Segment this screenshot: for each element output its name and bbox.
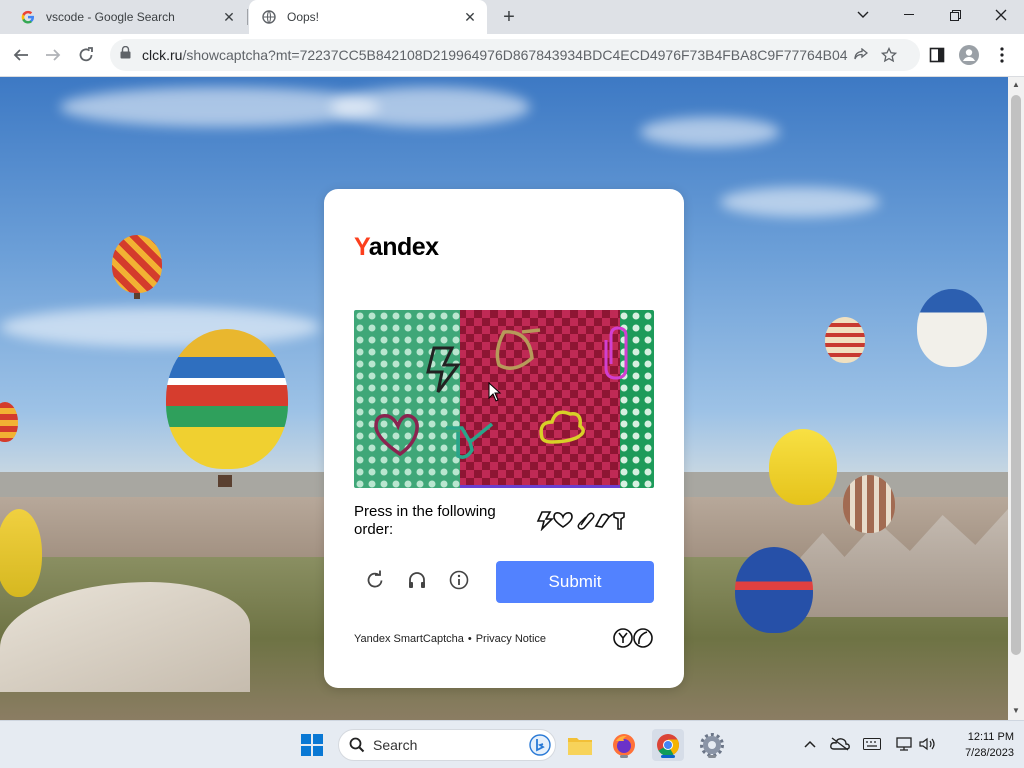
url-path: /showcaptcha?mt=72237CC5B842108D21996497… (182, 47, 848, 63)
bookmark-star-icon[interactable] (874, 47, 904, 63)
balloon (769, 429, 837, 505)
browser-menu-icon[interactable] (989, 42, 1015, 68)
scrollbar-thumb[interactable] (1011, 95, 1021, 655)
heart-icon (553, 512, 573, 528)
windows-taskbar: Search 12:11 PM 7/28/2023 (0, 720, 1024, 768)
file-explorer-icon[interactable] (564, 729, 596, 761)
settings-icon[interactable] (696, 729, 728, 761)
tab-title: Oops! (287, 10, 320, 24)
close-window-button[interactable] (978, 0, 1024, 30)
tab-title: vscode - Google Search (46, 10, 175, 24)
taskbar-search-box[interactable]: Search (338, 729, 556, 761)
cloud (640, 117, 780, 147)
paperclip-icon (577, 512, 595, 530)
balloon (0, 402, 18, 442)
balloon (843, 475, 895, 533)
bing-icon[interactable] (529, 734, 551, 756)
footer-separator: • (467, 633, 472, 645)
submit-button[interactable]: Submit (496, 561, 654, 603)
tab-oops[interactable]: Oops! ✕ (249, 0, 487, 34)
back-button[interactable] (8, 42, 34, 68)
share-icon[interactable] (848, 48, 874, 62)
lock-icon[interactable] (120, 45, 134, 64)
tab-google-search[interactable]: vscode - Google Search ✕ (8, 0, 246, 34)
bell-icon (594, 513, 614, 528)
info-icon[interactable] (446, 567, 472, 593)
running-indicator (708, 755, 716, 758)
globe-icon (261, 9, 277, 25)
key-icon (613, 512, 625, 530)
tab-strip: vscode - Google Search ✕ Oops! ✕ + (0, 0, 1024, 34)
clock-time: 12:11 PM (967, 731, 1014, 743)
address-bar[interactable]: clck.ru/showcaptcha?mt=72237CC5B842108D2… (110, 39, 920, 71)
balloon-basket (218, 475, 232, 487)
captcha-order-icons (536, 509, 626, 532)
balloon (735, 547, 813, 633)
captcha-instruction: Press in the following order: (354, 503, 496, 538)
keyboard-icon[interactable] (862, 734, 882, 754)
restore-button[interactable] (932, 0, 978, 30)
running-indicator (661, 755, 675, 758)
mouse-cursor-icon (488, 381, 502, 402)
tab-search-chevron-icon[interactable] (840, 0, 886, 30)
chrome-icon[interactable] (652, 729, 684, 761)
yandex-logo: Yandex (354, 233, 439, 261)
profile-avatar-icon[interactable] (956, 42, 982, 68)
balloon (825, 317, 865, 363)
lightning-icon (536, 511, 554, 532)
balloon (917, 289, 987, 367)
new-tab-button[interactable]: + (498, 6, 520, 28)
tab-separator (247, 9, 248, 25)
url-host: clck.ru (142, 47, 183, 63)
volume-icon[interactable] (918, 734, 938, 754)
close-icon[interactable]: ✕ (461, 8, 479, 26)
balloon (166, 329, 288, 469)
clock-date: 7/28/2023 (965, 747, 1014, 759)
google-g-icon (20, 9, 36, 25)
system-clock[interactable]: 12:11 PM 7/28/2023 (948, 729, 1014, 761)
balloon (0, 509, 42, 597)
browser-toolbar: clck.ru/showcaptcha?mt=72237CC5B842108D2… (0, 34, 1024, 77)
scroll-down-arrow-icon[interactable]: ▼ (1012, 707, 1020, 715)
onedrive-offline-icon[interactable] (830, 734, 850, 754)
captcha-card: Yandex Press in the following order: Sub… (324, 189, 684, 688)
reload-button[interactable] (73, 42, 99, 68)
taskbar-search-label: Search (373, 737, 418, 753)
balloon-basket (134, 293, 140, 299)
audio-headphones-icon[interactable] (404, 567, 430, 593)
side-panel-icon[interactable] (924, 42, 950, 68)
minimize-button[interactable] (886, 0, 932, 30)
captcha-footer: Yandex SmartCaptcha • Privacy Notice (354, 633, 546, 645)
privacy-notice-link[interactable]: Privacy Notice (476, 633, 546, 645)
balloon (112, 235, 162, 293)
captcha-image[interactable] (354, 310, 654, 488)
search-icon (349, 737, 365, 753)
cloud (330, 87, 530, 127)
url-text[interactable]: clck.ru/showcaptcha?mt=72237CC5B842108D2… (142, 47, 848, 63)
scroll-up-arrow-icon[interactable]: ▲ (1012, 81, 1020, 89)
forward-button[interactable] (40, 42, 66, 68)
running-indicator (620, 755, 628, 758)
windows-start-icon[interactable] (296, 729, 328, 761)
cloud (720, 187, 880, 217)
page-scrollbar[interactable]: ▲ ▼ (1008, 77, 1024, 720)
network-icon[interactable] (894, 734, 914, 754)
smartcaptcha-badge-icon (612, 627, 656, 649)
close-icon[interactable]: ✕ (220, 8, 238, 26)
firefox-icon[interactable] (608, 729, 640, 761)
refresh-icon[interactable] (362, 567, 388, 593)
chevron-up-icon[interactable] (800, 734, 820, 754)
cloud (0, 307, 320, 347)
smartcaptcha-label: Yandex SmartCaptcha (354, 633, 464, 645)
